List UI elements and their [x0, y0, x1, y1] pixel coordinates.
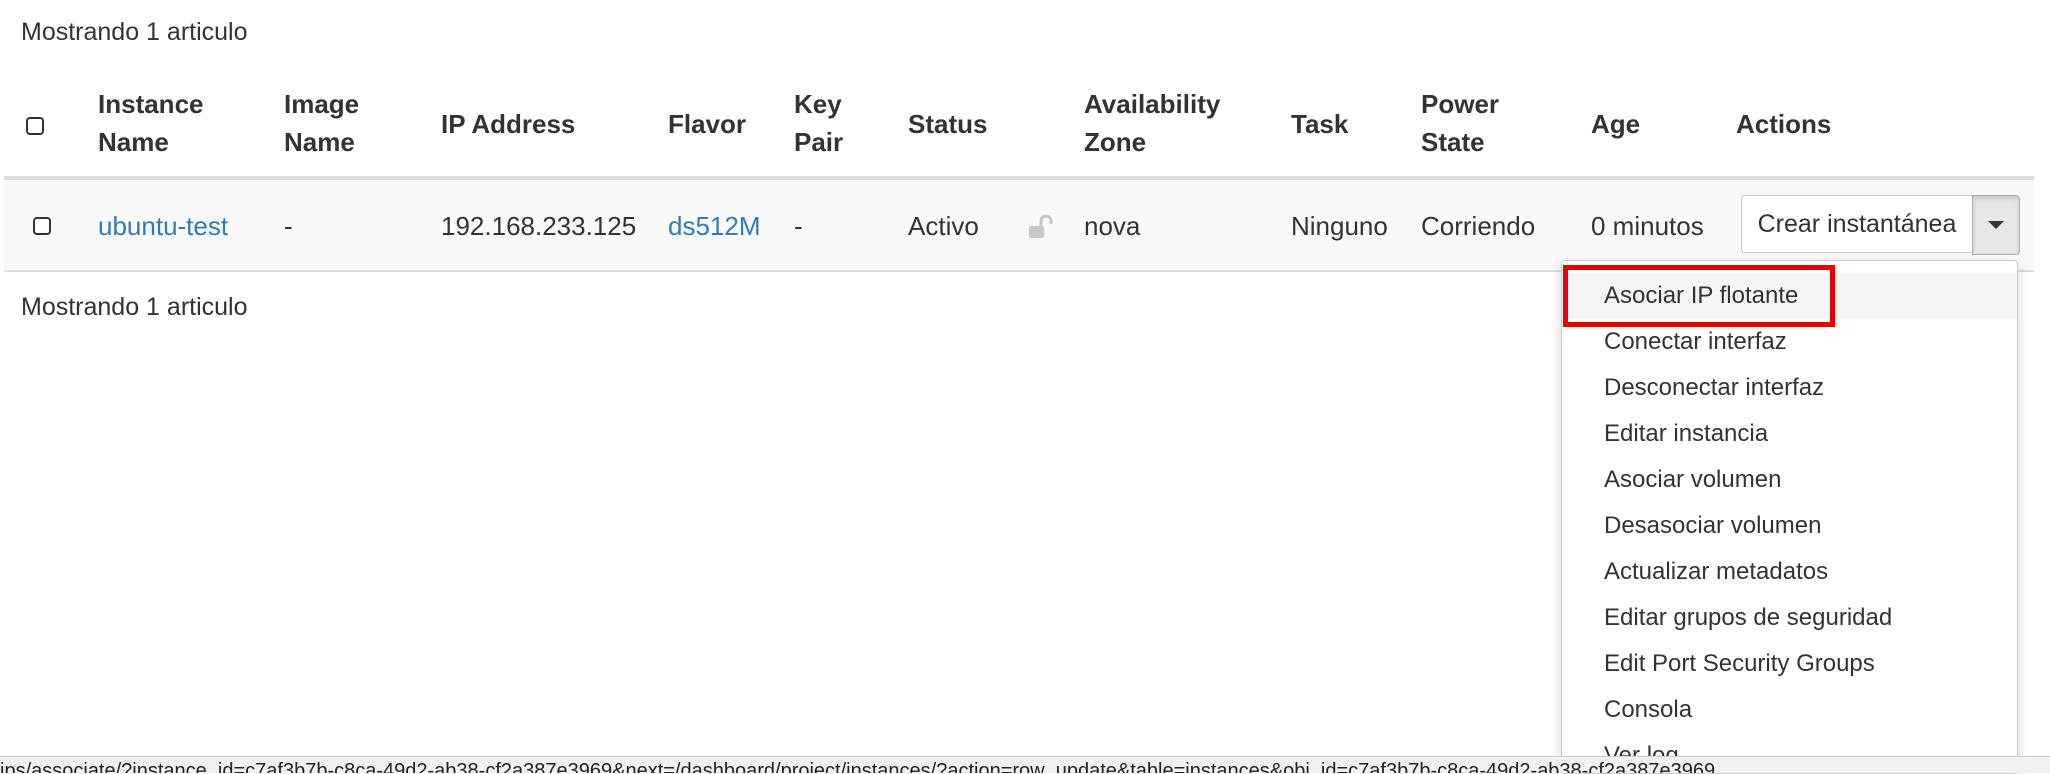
header-power-state[interactable]: Power State	[1421, 85, 1521, 161]
table-summary-top: Mostrando 1 articulo	[21, 18, 248, 46]
menu-item-update-metadata[interactable]: Actualizar metadatos	[1562, 549, 2017, 595]
header-ip-address[interactable]: IP Address	[441, 105, 575, 143]
menu-item-edit-security-groups[interactable]: Editar grupos de seguridad	[1562, 595, 2017, 641]
header-status[interactable]: Status	[908, 105, 987, 143]
flavor-link[interactable]: ds512M	[668, 207, 761, 245]
task-cell: Ninguno	[1291, 211, 1388, 241]
table-summary-bottom: Mostrando 1 articulo	[21, 293, 248, 321]
table-row: ubuntu-test - 192.168.233.125 ds512M - A…	[4, 180, 2034, 272]
header-actions: Actions	[1736, 109, 1832, 139]
create-snapshot-button[interactable]: Crear instantánea	[1741, 195, 1972, 253]
key-pair-cell: -	[794, 211, 803, 241]
header-flavor[interactable]: Flavor	[668, 105, 746, 143]
header-instance-name[interactable]: Instance Name	[98, 85, 248, 161]
highlight-annotation-box	[1563, 265, 1835, 327]
instance-name-link[interactable]: ubuntu-test	[98, 207, 228, 245]
power-state-cell: Corriendo	[1421, 211, 1536, 241]
menu-item-edit-port-security-groups[interactable]: Edit Port Security Groups	[1562, 641, 2017, 687]
select-all-checkbox[interactable]	[26, 117, 44, 135]
header-age[interactable]: Age	[1591, 105, 1640, 143]
menu-item-console[interactable]: Consola	[1562, 687, 2017, 733]
row-checkbox[interactable]	[33, 217, 51, 235]
header-key-pair[interactable]: Key Pair	[794, 85, 854, 161]
browser-status-bar-url: ips/associate/?instance_id=c7af3b7b-c8ca…	[0, 756, 2050, 773]
image-name-cell: -	[284, 211, 293, 241]
header-task[interactable]: Task	[1291, 105, 1348, 143]
header-availability-zone[interactable]: Availability Zone	[1084, 85, 1244, 161]
availability-zone-cell: nova	[1084, 211, 1141, 241]
menu-item-attach-volume[interactable]: Asociar volumen	[1562, 457, 2017, 503]
menu-item-detach-interface[interactable]: Desconectar interfaz	[1562, 365, 2017, 411]
age-cell: 0 minutos	[1591, 211, 1704, 241]
menu-item-edit-instance[interactable]: Editar instancia	[1562, 411, 2017, 457]
menu-item-detach-volume[interactable]: Desasociar volumen	[1562, 503, 2017, 549]
unlocked-padlock-icon	[1026, 213, 1054, 241]
actions-dropdown-menu: Asociar IP flotante Conectar interfaz De…	[1561, 260, 2018, 774]
table-header: Instance Name Image Name IP Address Flav…	[4, 78, 2034, 180]
caret-down-icon	[1988, 221, 2004, 229]
actions-dropdown-toggle[interactable]	[1972, 195, 2020, 255]
header-image-name[interactable]: Image Name	[284, 85, 434, 161]
status-cell: Activo	[908, 211, 979, 241]
ip-address-cell: 192.168.233.125	[441, 211, 637, 241]
